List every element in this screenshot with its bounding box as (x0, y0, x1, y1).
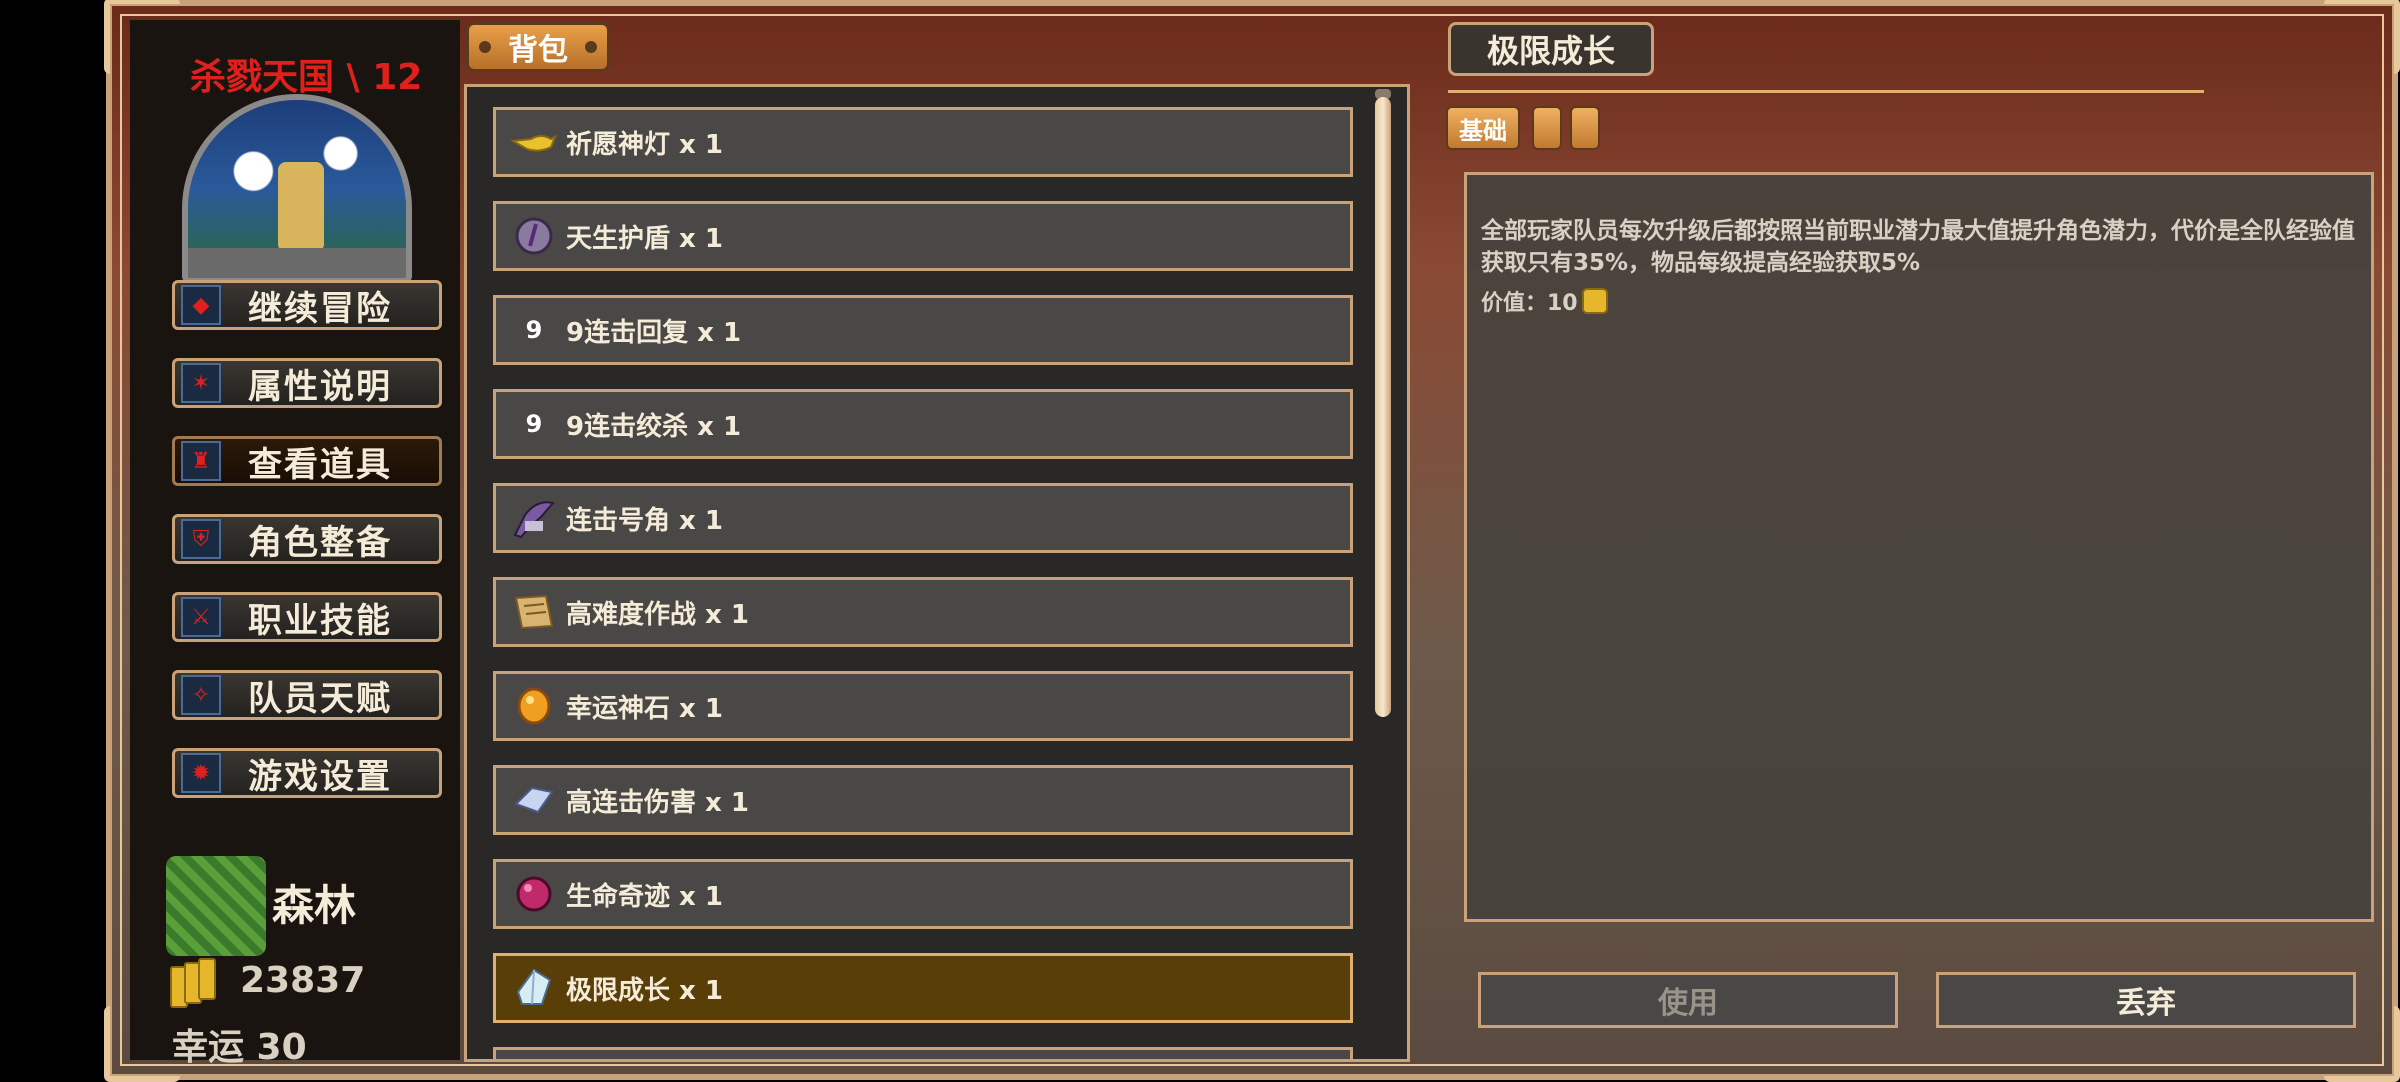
portrait-ground (188, 248, 406, 278)
tab-basic[interactable]: 基础 (1446, 106, 1520, 150)
item-name: 祈愿神灯 x 1 (566, 129, 723, 160)
equipment-button[interactable]: ⛨ 角色整备 (172, 514, 442, 564)
corner-ornament (2324, 0, 2400, 74)
terrain-name: 森林 (272, 881, 357, 930)
item-value-text: 价值：10 (1481, 291, 1578, 316)
tab-basic-label: 基础 (1459, 116, 1507, 145)
bag-tab-label: 背包 (508, 33, 568, 68)
menu-label: 队员天赋 (248, 678, 392, 719)
list-item[interactable]: 9 9连击绞杀 x 1 (493, 389, 1353, 459)
item-name: 连击号角 x 1 (566, 505, 723, 536)
list-item[interactable]: 祈愿神灯 x 1 (493, 107, 1353, 177)
settings-icon: ✹ (181, 753, 221, 793)
detail-title-text: 极限成长 (1486, 32, 1615, 70)
forest-terrain-icon (166, 856, 266, 956)
view-items-button[interactable]: ♜ 查看道具 (172, 436, 442, 486)
item-description-box: 全部玩家队员每次升级后都按照当前职业潜力最大值提升角色潜力，代价是全队经验值获取… (1464, 172, 2374, 922)
nine-icon: 9 (525, 410, 543, 438)
gold-coins-icon (168, 958, 216, 1008)
discard-button-label: 丢弃 (2116, 986, 2176, 1021)
nine-icon: 9 (525, 316, 543, 344)
attributes-button[interactable]: ✶ 属性说明 (172, 358, 442, 408)
item-name: 天生护盾 x 1 (566, 223, 723, 254)
settings-button[interactable]: ✹ 游戏设置 (172, 748, 442, 798)
lamp-icon (510, 118, 558, 166)
item-name: 极限成长 x 1 (566, 975, 723, 1006)
attributes-icon: ✶ (181, 363, 221, 403)
bag-scrollbar[interactable] (1375, 97, 1391, 717)
item-name: 幸运神石 x 1 (566, 693, 723, 724)
item-description: 全部玩家队员每次升级后都按照当前职业潜力最大值提升角色潜力，代价是全队经验值获取… (1481, 218, 2355, 276)
luck-stat: 幸运 30 (172, 1027, 307, 1068)
menu-label: 继续冒险 (248, 288, 392, 329)
list-item[interactable]: 9 9连击回复 x 1 (493, 295, 1353, 365)
list-item-selected[interactable]: 极限成长 x 1 (493, 953, 1353, 1023)
items-icon: ♜ (181, 441, 221, 481)
adventure-icon: ◆ (181, 285, 221, 325)
menu-label: 查看道具 (248, 444, 392, 485)
scroll-icon (510, 588, 558, 636)
use-button[interactable]: 使用 (1478, 972, 1898, 1028)
stage-title: 杀戮天国 \ 12 (190, 57, 423, 98)
item-value: 价值：10 (1481, 285, 1608, 317)
menu-label: 属性说明 (248, 366, 392, 407)
talent-button[interactable]: ✧ 队员天赋 (172, 670, 442, 720)
lucky-stone-icon (510, 682, 558, 730)
life-orb-icon (510, 870, 558, 918)
list-item-partial[interactable] (493, 1047, 1353, 1059)
tab-ornament (585, 41, 597, 53)
hero-sprite (278, 162, 324, 252)
item-name: 生命奇迹 x 1 (566, 881, 723, 912)
use-button-label: 使用 (1658, 986, 1718, 1021)
gold-coin-icon (1581, 288, 1608, 314)
list-item[interactable]: 幸运神石 x 1 (493, 671, 1353, 741)
tab-extra-2[interactable] (1570, 106, 1600, 150)
gold-amount: 23837 (240, 960, 366, 1001)
item-name: 高连击伤害 x 1 (566, 787, 749, 818)
sidebar: 杀戮天国 \ 12 ◆ 继续冒险 ✶ 属性说明 ♜ 查看道具 ⛨ 角色整备 ⚔ … (130, 20, 460, 1068)
discard-button[interactable]: 丢弃 (1936, 972, 2356, 1028)
title-divider (1448, 90, 2204, 93)
tab-extra-1[interactable] (1532, 106, 1562, 150)
equipment-icon: ⛨ (181, 519, 221, 559)
item-name: 9连击回复 x 1 (566, 317, 742, 348)
item-name: 高难度作战 x 1 (566, 599, 749, 630)
menu-label: 游戏设置 (248, 756, 392, 797)
list-item[interactable]: 高连击伤害 x 1 (493, 765, 1353, 835)
skills-icon: ⚔ (181, 597, 221, 637)
talent-icon: ✧ (181, 675, 221, 715)
growth-gem-icon (510, 964, 558, 1012)
hero-portrait (182, 94, 412, 284)
list-item[interactable]: 生命奇迹 x 1 (493, 859, 1353, 929)
bag-item-list[interactable]: 祈愿神灯 x 1 天生护盾 x 1 9 9连击回复 x 1 9 9连击绞杀 x … (464, 84, 1410, 1062)
list-item[interactable]: 连击号角 x 1 (493, 483, 1353, 553)
menu-label: 角色整备 (248, 522, 392, 563)
item-name: 9连击绞杀 x 1 (566, 411, 742, 442)
crystal-icon (510, 776, 558, 824)
continue-adventure-button[interactable]: ◆ 继续冒险 (172, 280, 442, 330)
bag-tab[interactable]: 背包 (466, 22, 610, 72)
menu-label: 职业技能 (248, 600, 392, 641)
skills-button[interactable]: ⚔ 职业技能 (172, 592, 442, 642)
shield-icon (510, 212, 558, 260)
item-detail-title: 极限成长 (1448, 22, 1654, 76)
list-item[interactable]: 高难度作战 x 1 (493, 577, 1353, 647)
tab-ornament (479, 41, 491, 53)
list-item[interactable]: 天生护盾 x 1 (493, 201, 1353, 271)
horn-icon (510, 494, 558, 542)
